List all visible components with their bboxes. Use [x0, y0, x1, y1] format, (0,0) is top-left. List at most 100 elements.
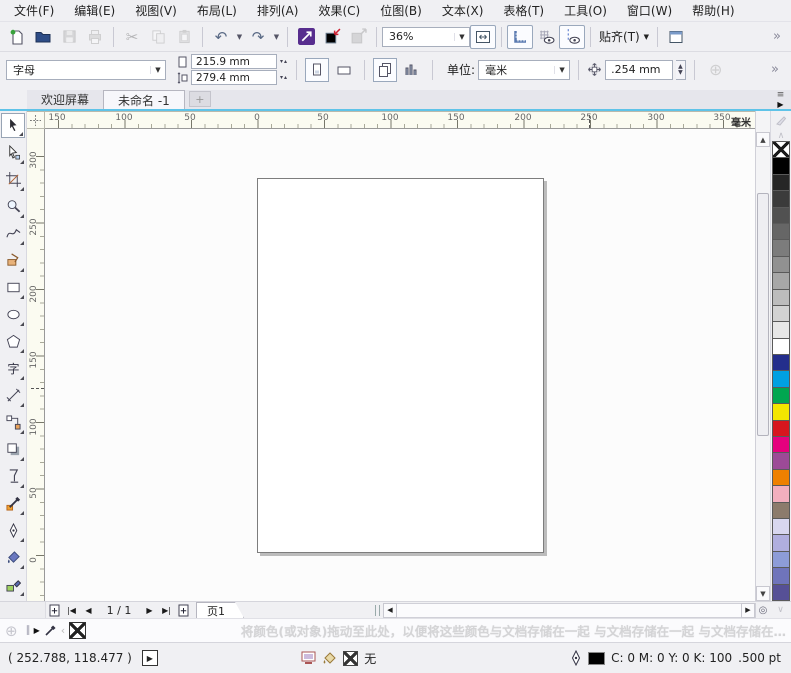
page-width-field[interactable]: 215.9 mm [191, 54, 277, 69]
import-button[interactable] [319, 25, 345, 49]
drawing-canvas[interactable] [45, 129, 755, 601]
save-button[interactable] [56, 25, 82, 49]
palette-swatch-27[interactable] [772, 583, 790, 601]
fill-bucket-icon[interactable] [322, 651, 337, 665]
scroll-left-button[interactable]: ◀ [383, 602, 397, 618]
palette-swatch-1[interactable] [772, 157, 790, 175]
options-button[interactable] [663, 25, 689, 49]
palette-swatch-4[interactable] [772, 206, 790, 224]
document-palette-none-swatch[interactable] [69, 622, 87, 639]
ellipse-tool[interactable] [1, 302, 25, 327]
chevron-down-icon[interactable]: ▼ [454, 32, 469, 41]
rectangle-tool[interactable] [1, 275, 25, 300]
scroll-right-button[interactable]: ▶ [741, 602, 755, 618]
palette-swatch-11[interactable] [772, 321, 790, 339]
show-rulers-toggle[interactable] [507, 24, 533, 49]
show-guidelines-toggle[interactable] [559, 24, 585, 49]
palette-swatch-16[interactable] [772, 403, 790, 421]
tab-scrollbar-splitter[interactable] [375, 604, 380, 616]
tab-untitled-1[interactable]: 未命名 -1 [103, 90, 185, 109]
text-tool[interactable]: 字 [1, 356, 25, 381]
zoom-tool[interactable] [1, 194, 25, 219]
apply-current-page-button[interactable] [400, 58, 424, 82]
palette-swatch-7[interactable] [772, 255, 790, 274]
application-launcher-button[interactable] [293, 25, 319, 49]
show-grid-toggle[interactable] [533, 25, 559, 49]
palette-swatch-3[interactable] [772, 190, 790, 208]
horizontal-ruler[interactable]: 毫米 150 100 50 0 50 100 150 200 250 300 350 [45, 111, 755, 129]
new-tab-button[interactable]: + [188, 91, 211, 107]
menu-item-3[interactable]: 布局(L) [187, 0, 247, 21]
fill-none-swatch[interactable] [343, 650, 359, 666]
palette-options-icon[interactable] [771, 111, 791, 129]
crop-tool[interactable] [1, 167, 25, 192]
status-expand-button[interactable]: ▶ [141, 650, 158, 666]
last-page-button[interactable]: ▶| [158, 603, 175, 618]
menu-item-8[interactable]: 表格(T) [493, 0, 554, 21]
tab-scroll-right-icon[interactable]: ▶ [777, 100, 783, 109]
first-page-button[interactable]: |◀ [63, 603, 80, 618]
chevron-down-icon[interactable]: ▼ [554, 65, 569, 74]
vertical-scroll-thumb[interactable] [757, 193, 769, 436]
page-width-spinner[interactable]: ▾▴ [280, 58, 288, 65]
previous-page-button[interactable]: ◀ [80, 603, 97, 618]
palette-swatch-20[interactable] [772, 468, 790, 487]
redo-button[interactable]: ↷ [245, 25, 271, 49]
menu-item-5[interactable]: 效果(C) [308, 0, 370, 21]
shape-tool[interactable] [1, 140, 25, 165]
palette-swatch-24[interactable] [772, 534, 790, 552]
palette-swatch-23[interactable] [772, 517, 790, 536]
interactive-fill-tool[interactable] [1, 572, 25, 597]
document-page[interactable] [257, 178, 544, 553]
redo-dropdown[interactable]: ▼ [271, 25, 282, 49]
vertical-ruler[interactable]: 300 250 200 150 100 50 0 [27, 129, 45, 601]
palette-swatch-26[interactable] [772, 567, 790, 585]
connector-tool[interactable] [1, 410, 25, 435]
menu-item-1[interactable]: 编辑(E) [64, 0, 125, 21]
palette-swatch-21[interactable] [772, 485, 790, 503]
outline-pen-icon[interactable] [570, 650, 582, 666]
menu-item-7[interactable]: 文本(X) [432, 0, 494, 21]
outline-color-swatch[interactable] [588, 651, 606, 665]
plus-circle-icon[interactable]: ⊕ [5, 622, 18, 640]
menu-item-4[interactable]: 排列(A) [247, 0, 309, 21]
palette-swatch-5[interactable] [772, 222, 790, 241]
palette-swatch-9[interactable] [772, 288, 790, 306]
zoom-level-combo[interactable]: 36% ▼ [382, 26, 470, 47]
palette-swatch-19[interactable] [772, 452, 790, 470]
fill-tool[interactable] [1, 545, 25, 570]
new-document-button[interactable] [4, 25, 30, 49]
palette-swatch-13[interactable] [772, 354, 790, 372]
add-page-button[interactable] [46, 603, 63, 618]
palette-swatch-10[interactable] [772, 304, 790, 323]
horizontal-scrollbar[interactable] [397, 602, 741, 618]
smart-fill-tool[interactable] [1, 248, 25, 273]
vertical-scrollbar[interactable]: ▲ ▼ [755, 111, 770, 601]
palette-swatch-25[interactable] [772, 550, 790, 569]
dimension-tool[interactable] [1, 383, 25, 408]
next-page-button[interactable]: ▶ [141, 603, 158, 618]
propbar-overflow-button[interactable]: » [765, 62, 785, 77]
portrait-button[interactable] [305, 57, 330, 82]
apply-all-pages-button[interactable] [373, 57, 398, 82]
menu-item-2[interactable]: 视图(V) [125, 0, 187, 21]
palette-none-swatch[interactable] [772, 141, 790, 159]
units-combo[interactable]: 毫米 ▼ [478, 59, 571, 80]
copy-button[interactable] [145, 25, 171, 49]
tab-menu-icon[interactable]: ≡ [777, 91, 785, 100]
scroll-down-button[interactable]: ▼ [756, 586, 770, 601]
palette-drag-handle[interactable]: ∥ [26, 625, 31, 636]
palette-back-icon[interactable]: ‹ [61, 624, 65, 637]
toolbar-overflow-button[interactable]: » [767, 29, 787, 44]
palette-swatch-2[interactable] [772, 173, 790, 192]
page-height-field[interactable]: 279.4 mm [191, 70, 277, 85]
open-button[interactable] [30, 25, 56, 49]
print-button[interactable] [82, 25, 108, 49]
undo-dropdown[interactable]: ▼ [234, 25, 245, 49]
page-1-tab[interactable]: 页1 [196, 602, 244, 618]
palette-swatch-18[interactable] [772, 436, 790, 454]
eyedropper-icon[interactable] [44, 624, 57, 637]
menu-item-10[interactable]: 窗口(W) [617, 0, 682, 21]
ruler-origin-button[interactable] [27, 111, 45, 129]
palette-swatch-14[interactable] [772, 370, 790, 388]
